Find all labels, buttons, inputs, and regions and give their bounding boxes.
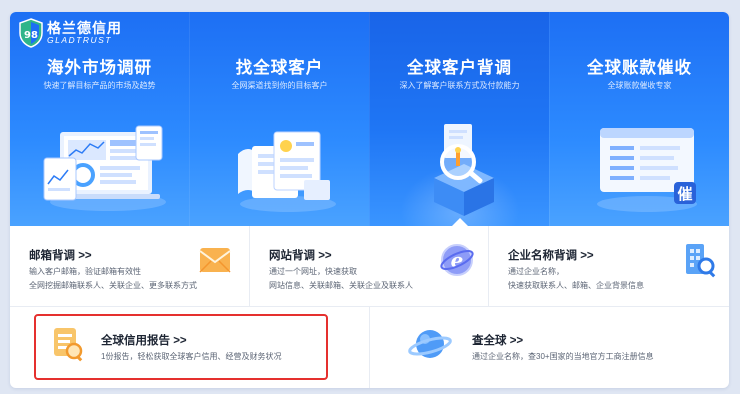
banner-panel-find-customers[interactable]: 找全球客户 全网渠道找到你的目标客户	[189, 12, 369, 226]
banner-panel-customer-background-check[interactable]: 全球客户背调 深入了解客户联系方式及付款能力	[369, 12, 549, 226]
logo-en-text: GLADTRUST	[47, 34, 112, 45]
dashboard-devices-icon	[43, 125, 166, 211]
service-global-lookup[interactable]: 查全球 >> 通过企业名称，查30+国家的当地官方工商注册信息	[369, 306, 729, 388]
banner-title: 海外市场调研	[47, 59, 152, 77]
service-company-name-check[interactable]: 企业名称背调 >> 通过企业名称， 快速获取联系人、邮箱、企业背景信息	[488, 226, 729, 306]
shield-logo-icon: 98	[19, 18, 43, 48]
banner-subtitle: 快速了解目标产品的市场及趋势	[43, 81, 156, 90]
service-desc-line: 通过一个网址，快速获取	[269, 267, 357, 276]
collection-panel-icon: 催	[597, 128, 697, 212]
building-search-icon	[686, 244, 716, 278]
planet-icon	[408, 330, 452, 358]
shield-badge: 98	[24, 30, 38, 41]
service-website-check[interactable]: 网站背调 >> 通过一个网址，快速获取 网站信息、关联邮箱、关联企业及联系人 e	[249, 226, 488, 306]
service-banner: 海外市场调研 快速了解目标产品的市场及趋势 找全球客户 全网渠道找到你的目标客户…	[10, 12, 729, 227]
service-title: 查全球 >>	[472, 335, 524, 347]
banner-panel-debt-collection[interactable]: 全球账款催收 全球账款催收专家 催	[549, 12, 729, 226]
service-desc-line: 输入客户邮箱，验证邮箱有效性	[29, 267, 141, 276]
brand-logo[interactable]: 98 格兰德信用 GLADTRUST	[18, 18, 122, 48]
banner-subtitle: 全网渠道找到你的目标客户	[231, 81, 328, 90]
service-title: 企业名称背调 >>	[508, 250, 594, 262]
banner-subtitle: 深入了解客户联系方式及付款能力	[399, 81, 520, 90]
banner-title: 全球账款催收	[587, 59, 692, 77]
banner-title: 找全球客户	[235, 59, 324, 77]
logo-cn-text: 格兰德信用	[47, 19, 122, 36]
service-title: 邮箱背调 >>	[29, 250, 92, 262]
service-desc-line: 网站信息、关联邮箱、关联企业及联系人	[269, 281, 413, 290]
service-desc-line: 通过企业名称，查30+国家的当地官方工商注册信息	[472, 352, 654, 361]
envelope-icon	[199, 248, 231, 273]
browser-e-icon: e	[440, 244, 474, 276]
magnifier-platform-icon	[434, 124, 494, 216]
service-page: 海外市场调研 快速了解目标产品的市场及趋势 找全球客户 全网渠道找到你的目标客户…	[10, 12, 729, 388]
banner-title: 全球客户背调	[407, 59, 512, 77]
service-desc-line: 快速获取联系人、邮箱、企业背景信息	[508, 281, 644, 290]
collection-badge: 催	[677, 185, 692, 203]
service-desc-line: 通过企业名称，	[508, 267, 564, 276]
contact-cards-icon	[238, 131, 336, 212]
banner-subtitle: 全球账款催收专家	[607, 81, 672, 90]
service-title: 网站背调 >>	[269, 250, 332, 262]
service-desc-line: 全网挖掘邮箱联系人、关联企业、更多联系方式	[29, 281, 197, 290]
service-email-check[interactable]: 邮箱背调 >> 输入客户邮箱，验证邮箱有效性 全网挖掘邮箱联系人、关联企业、更多…	[10, 226, 249, 306]
highlight-box	[34, 314, 328, 380]
